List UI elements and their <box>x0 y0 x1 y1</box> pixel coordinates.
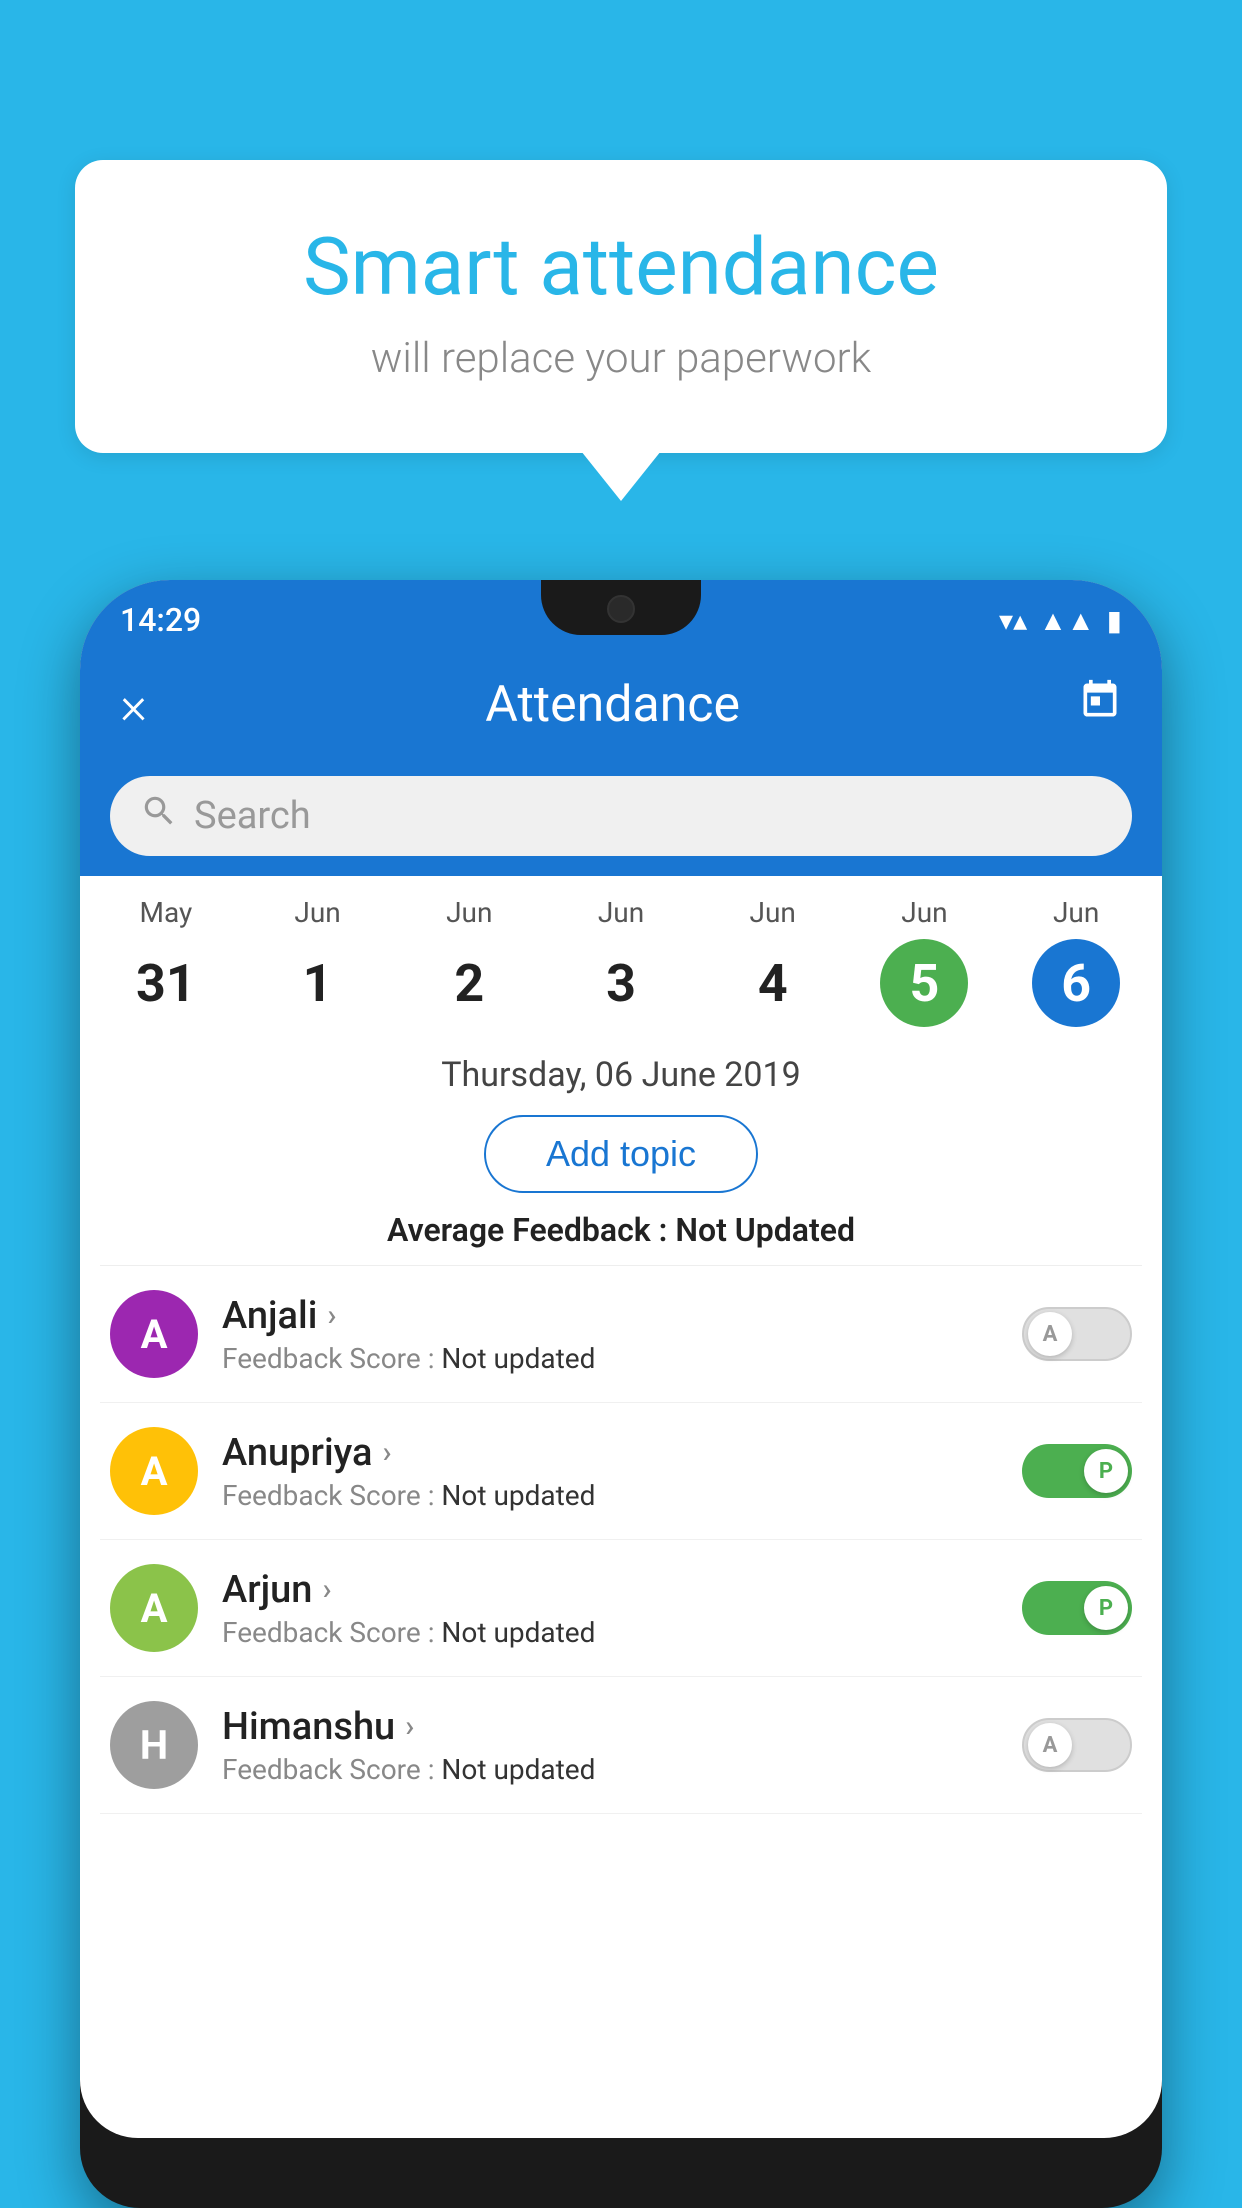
calendar-date-number: 4 <box>729 939 817 1027</box>
calendar-strip: May 31 Jun 1 Jun 2 Jun 3 Jun 4 Jun 5 Jun 6 <box>80 876 1162 1037</box>
calendar-date-number: 3 <box>577 939 665 1027</box>
student-item[interactable]: A Arjun › Feedback Score : Not updated P <box>100 1540 1142 1677</box>
student-info: Arjun › Feedback Score : Not updated <box>222 1568 998 1649</box>
student-name: Arjun › <box>222 1568 998 1612</box>
calendar-month-label: Jun <box>598 896 644 929</box>
toggle-knob: P <box>1084 1449 1128 1493</box>
calendar-date-number: 6 <box>1032 939 1120 1027</box>
calendar-day[interactable]: May 31 <box>90 896 242 1027</box>
calendar-month-label: Jun <box>1053 896 1099 929</box>
calendar-day[interactable]: Jun 5 <box>849 896 1001 1027</box>
status-time: 14:29 <box>120 601 201 639</box>
phone-notch <box>541 580 701 635</box>
student-item[interactable]: H Himanshu › Feedback Score : Not updated A <box>100 1677 1142 1814</box>
calendar-day[interactable]: Jun 3 <box>545 896 697 1027</box>
calendar-icon[interactable] <box>1078 678 1122 733</box>
feedback-value: Not Updated <box>675 1211 855 1249</box>
wifi-icon: ▾▴ <box>999 604 1027 637</box>
speech-bubble-subtitle: will replace your paperwork <box>135 334 1107 383</box>
calendar-date-number: 1 <box>274 939 362 1027</box>
app-bar-title: Attendance <box>485 676 740 734</box>
student-item[interactable]: A Anjali › Feedback Score : Not updated A <box>100 1266 1142 1403</box>
speech-bubble: Smart attendance will replace your paper… <box>75 160 1167 453</box>
student-item[interactable]: A Anupriya › Feedback Score : Not updated P <box>100 1403 1142 1540</box>
search-bar-wrapper: Search <box>80 760 1162 876</box>
student-info: Himanshu › Feedback Score : Not updated <box>222 1705 998 1786</box>
student-avatar: A <box>110 1427 198 1515</box>
toggle-knob: A <box>1028 1723 1072 1767</box>
calendar-date-number: 2 <box>425 939 513 1027</box>
student-feedback: Feedback Score : Not updated <box>222 1342 998 1375</box>
add-topic-button[interactable]: Add topic <box>484 1115 758 1193</box>
attendance-toggle[interactable]: A <box>1022 1718 1132 1772</box>
calendar-month-label: Jun <box>294 896 340 929</box>
student-feedback: Feedback Score : Not updated <box>222 1753 998 1786</box>
toggle-knob: A <box>1028 1312 1072 1356</box>
battery-icon: ▮ <box>1107 604 1122 637</box>
attendance-toggle[interactable]: A <box>1022 1307 1132 1361</box>
student-avatar: A <box>110 1290 198 1378</box>
calendar-month-label: Jun <box>446 896 492 929</box>
close-button[interactable]: × <box>120 675 147 736</box>
calendar-day[interactable]: Jun 4 <box>697 896 849 1027</box>
calendar-day[interactable]: Jun 6 <box>1000 896 1152 1027</box>
app-bar: × Attendance <box>80 650 1162 760</box>
chevron-right-icon: › <box>405 1709 414 1744</box>
student-name: Anupriya › <box>222 1431 998 1475</box>
student-name: Anjali › <box>222 1294 998 1338</box>
calendar-month-label: May <box>140 896 193 929</box>
calendar-date-number: 31 <box>122 939 210 1027</box>
student-info: Anjali › Feedback Score : Not updated <box>222 1294 998 1375</box>
toggle-knob: P <box>1084 1586 1128 1630</box>
student-list: AAnjali ›Feedback Score : Not updatedAAA… <box>80 1266 1162 1814</box>
feedback-label: Average Feedback : <box>387 1211 675 1249</box>
calendar-month-label: Jun <box>750 896 796 929</box>
feedback-summary: Average Feedback : Not Updated <box>80 1211 1162 1265</box>
student-feedback: Feedback Score : Not updated <box>222 1479 998 1512</box>
speech-bubble-title: Smart attendance <box>135 220 1107 314</box>
phone-frame: 14:29 ▾▴ ▲▲ ▮ × Attendance <box>80 580 1162 2208</box>
student-info: Anupriya › Feedback Score : Not updated <box>222 1431 998 1512</box>
attendance-toggle[interactable]: P <box>1022 1444 1132 1498</box>
phone-screen: 14:29 ▾▴ ▲▲ ▮ × Attendance <box>80 580 1162 2138</box>
signal-icon: ▲▲ <box>1039 604 1094 637</box>
student-avatar: H <box>110 1701 198 1789</box>
search-icon <box>140 792 178 840</box>
chevron-right-icon: › <box>327 1298 336 1333</box>
search-placeholder: Search <box>194 794 311 838</box>
attendance-toggle[interactable]: P <box>1022 1581 1132 1635</box>
student-avatar: A <box>110 1564 198 1652</box>
chevron-right-icon: › <box>382 1435 391 1470</box>
calendar-month-label: Jun <box>901 896 947 929</box>
student-name: Himanshu › <box>222 1705 998 1749</box>
calendar-day[interactable]: Jun 1 <box>242 896 394 1027</box>
calendar-date-number: 5 <box>880 939 968 1027</box>
phone-camera <box>607 595 635 623</box>
search-bar[interactable]: Search <box>110 776 1132 856</box>
selected-date-label: Thursday, 06 June 2019 <box>80 1037 1162 1107</box>
status-icons: ▾▴ ▲▲ ▮ <box>999 604 1122 637</box>
calendar-day[interactable]: Jun 2 <box>393 896 545 1027</box>
student-feedback: Feedback Score : Not updated <box>222 1616 998 1649</box>
chevron-right-icon: › <box>322 1572 331 1607</box>
